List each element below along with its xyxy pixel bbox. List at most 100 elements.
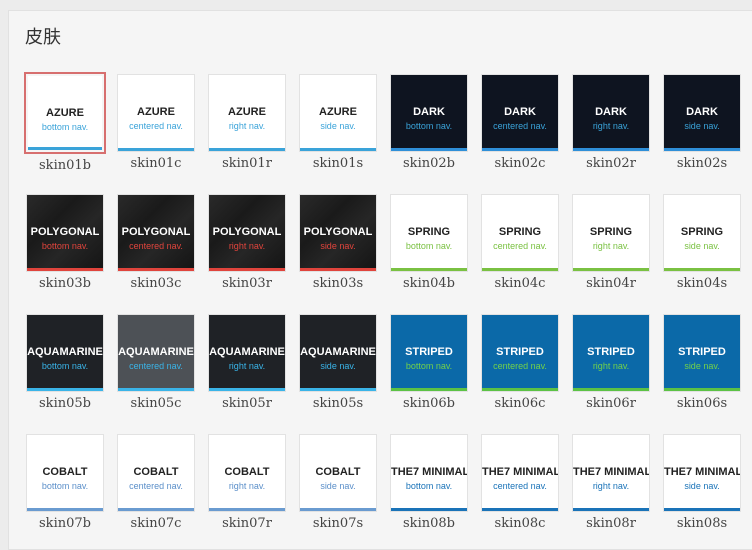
- skin-option-skin05c[interactable]: AQUAMARINE centered nav. skin05c: [115, 312, 197, 411]
- skin-option-skin06s[interactable]: STRIPED side nav. skin06s: [661, 312, 743, 411]
- skin-thumbnail[interactable]: DARK side nav.: [663, 74, 741, 152]
- skin-thumbnail[interactable]: STRIPED right nav.: [572, 314, 650, 392]
- skin-option-skin08r[interactable]: THE7 MINIMAL right nav. skin08r: [570, 432, 652, 531]
- skin-label: skin07b: [39, 516, 91, 531]
- skin-label: skin05b: [39, 396, 91, 411]
- skin-option-skin01b[interactable]: AZURE bottom nav. skin01b: [24, 72, 106, 173]
- skin-option-skin02b[interactable]: DARK bottom nav. skin02b: [388, 72, 470, 171]
- skin-option-skin06r[interactable]: STRIPED right nav. skin06r: [570, 312, 652, 411]
- skin-preview: AZURE bottom nav.: [28, 76, 102, 150]
- skin-preview: DARK centered nav.: [482, 75, 558, 151]
- skin-thumbnail[interactable]: COBALT right nav.: [208, 434, 286, 512]
- skin-preview-nav-type: centered nav.: [493, 361, 547, 371]
- skin-option-skin08s[interactable]: THE7 MINIMAL side nav. skin08s: [661, 432, 743, 531]
- skin-thumbnail[interactable]: SPRING centered nav.: [481, 194, 559, 272]
- skin-thumbnail[interactable]: DARK centered nav.: [481, 74, 559, 152]
- skin-preview-name: THE7 MINIMAL: [573, 466, 650, 478]
- skin-preview-nav-type: centered nav.: [129, 241, 183, 251]
- skin-thumbnail[interactable]: AZURE right nav.: [208, 74, 286, 152]
- skin-option-skin03r[interactable]: POLYGONAL right nav. skin03r: [206, 192, 288, 291]
- skin-option-skin07s[interactable]: COBALT side nav. skin07s: [297, 432, 379, 531]
- skin-option-skin06c[interactable]: STRIPED centered nav. skin06c: [479, 312, 561, 411]
- skin-thumbnail[interactable]: POLYGONAL right nav.: [208, 194, 286, 272]
- skin-accent-bar: [300, 508, 376, 511]
- skin-thumbnail[interactable]: AQUAMARINE side nav.: [299, 314, 377, 392]
- skin-thumbnail[interactable]: THE7 MINIMAL right nav.: [572, 434, 650, 512]
- skin-thumbnail[interactable]: THE7 MINIMAL side nav.: [663, 434, 741, 512]
- skin-thumbnail[interactable]: STRIPED side nav.: [663, 314, 741, 392]
- skin-accent-bar: [664, 508, 740, 511]
- skin-option-skin02r[interactable]: DARK right nav. skin02r: [570, 72, 652, 171]
- skin-option-skin04c[interactable]: SPRING centered nav. skin04c: [479, 192, 561, 291]
- skin-label: skin08c: [494, 516, 546, 531]
- skin-option-skin03s[interactable]: POLYGONAL side nav. skin03s: [297, 192, 379, 291]
- skin-thumbnail[interactable]: SPRING right nav.: [572, 194, 650, 272]
- skin-option-skin04r[interactable]: SPRING right nav. skin04r: [570, 192, 652, 291]
- skin-thumbnail[interactable]: POLYGONAL bottom nav.: [26, 194, 104, 272]
- skin-option-skin08c[interactable]: THE7 MINIMAL centered nav. skin08c: [479, 432, 561, 531]
- skin-preview-nav-type: right nav.: [592, 481, 630, 491]
- skin-label: skin02r: [586, 156, 636, 171]
- skin-option-skin03c[interactable]: POLYGONAL centered nav. skin03c: [115, 192, 197, 291]
- skin-preview-nav-type: side nav.: [684, 361, 720, 371]
- skin-accent-bar: [573, 268, 649, 271]
- skin-label: skin01s: [312, 156, 364, 171]
- skin-option-skin01s[interactable]: AZURE side nav. skin01s: [297, 72, 379, 171]
- skin-thumbnail[interactable]: AZURE centered nav.: [117, 74, 195, 152]
- skin-accent-bar: [118, 148, 194, 151]
- skin-option-skin01c[interactable]: AZURE centered nav. skin01c: [115, 72, 197, 171]
- skin-label: skin08b: [403, 516, 455, 531]
- skin-label: skin08r: [586, 516, 636, 531]
- skin-option-skin07b[interactable]: COBALT bottom nav. skin07b: [24, 432, 106, 531]
- skin-thumbnail[interactable]: POLYGONAL side nav.: [299, 194, 377, 272]
- skin-accent-bar: [391, 148, 467, 151]
- skin-thumbnail[interactable]: AQUAMARINE centered nav.: [117, 314, 195, 392]
- skin-option-skin02c[interactable]: DARK centered nav. skin02c: [479, 72, 561, 171]
- skin-option-skin01r[interactable]: AZURE right nav. skin01r: [206, 72, 288, 171]
- skin-accent-bar: [391, 508, 467, 511]
- skin-option-skin03b[interactable]: POLYGONAL bottom nav. skin03b: [24, 192, 106, 291]
- skin-preview-nav-type: centered nav.: [129, 121, 183, 131]
- skin-option-skin04b[interactable]: SPRING bottom nav. skin04b: [388, 192, 470, 291]
- skin-thumbnail[interactable]: AZURE side nav.: [299, 74, 377, 152]
- skin-thumbnail[interactable]: SPRING side nav.: [663, 194, 741, 272]
- skin-option-skin08b[interactable]: THE7 MINIMAL bottom nav. skin08b: [388, 432, 470, 531]
- skin-thumbnail[interactable]: AQUAMARINE right nav.: [208, 314, 286, 392]
- skin-preview: SPRING side nav.: [664, 195, 740, 271]
- skin-option-skin05s[interactable]: AQUAMARINE side nav. skin05s: [297, 312, 379, 411]
- skin-thumbnail[interactable]: STRIPED bottom nav.: [390, 314, 468, 392]
- skin-label: skin02c: [494, 156, 546, 171]
- skin-option-skin02s[interactable]: DARK side nav. skin02s: [661, 72, 743, 171]
- skin-option-skin04s[interactable]: SPRING side nav. skin04s: [661, 192, 743, 291]
- skin-thumbnail[interactable]: COBALT centered nav.: [117, 434, 195, 512]
- skin-thumbnail[interactable]: SPRING bottom nav.: [390, 194, 468, 272]
- skin-thumbnail[interactable]: AQUAMARINE bottom nav.: [26, 314, 104, 392]
- skin-option-skin07c[interactable]: COBALT centered nav. skin07c: [115, 432, 197, 531]
- skin-preview-nav-type: side nav.: [684, 241, 720, 251]
- skin-thumbnail[interactable]: THE7 MINIMAL bottom nav.: [390, 434, 468, 512]
- skin-thumbnail[interactable]: THE7 MINIMAL centered nav.: [481, 434, 559, 512]
- skin-preview-name: COBALT: [133, 466, 179, 478]
- skin-preview: COBALT centered nav.: [118, 435, 194, 511]
- skin-thumbnail[interactable]: POLYGONAL centered nav.: [117, 194, 195, 272]
- skin-thumbnail[interactable]: COBALT bottom nav.: [26, 434, 104, 512]
- skin-thumbnail[interactable]: COBALT side nav.: [299, 434, 377, 512]
- skin-preview: STRIPED right nav.: [573, 315, 649, 391]
- skin-option-skin07r[interactable]: COBALT right nav. skin07r: [206, 432, 288, 531]
- skin-thumbnail[interactable]: AZURE bottom nav.: [24, 72, 106, 154]
- skin-thumbnail[interactable]: DARK bottom nav.: [390, 74, 468, 152]
- skin-accent-bar: [209, 148, 285, 151]
- skin-preview-nav-type: centered nav.: [129, 481, 183, 491]
- skin-preview-nav-type: centered nav.: [493, 241, 547, 251]
- skin-preview: AZURE side nav.: [300, 75, 376, 151]
- skin-option-skin06b[interactable]: STRIPED bottom nav. skin06b: [388, 312, 470, 411]
- skin-thumbnail[interactable]: DARK right nav.: [572, 74, 650, 152]
- skin-label: skin03s: [312, 276, 364, 291]
- skin-thumbnail[interactable]: STRIPED centered nav.: [481, 314, 559, 392]
- skin-option-skin05r[interactable]: AQUAMARINE right nav. skin05r: [206, 312, 288, 411]
- skin-option-skin05b[interactable]: AQUAMARINE bottom nav. skin05b: [24, 312, 106, 411]
- skin-accent-bar: [664, 268, 740, 271]
- skin-preview: THE7 MINIMAL side nav.: [664, 435, 740, 511]
- skin-preview-name: STRIPED: [405, 346, 453, 358]
- skin-preview: AQUAMARINE centered nav.: [118, 315, 194, 391]
